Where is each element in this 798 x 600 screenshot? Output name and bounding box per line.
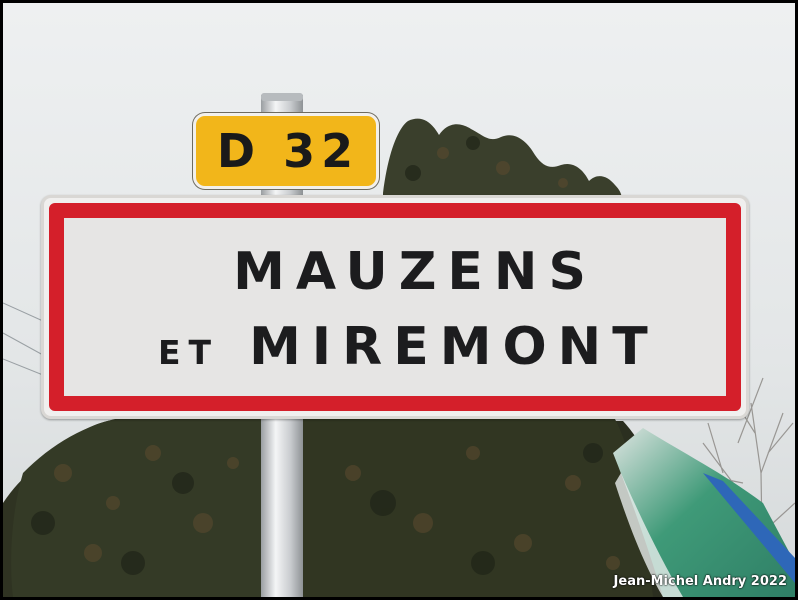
route-number: D 32: [216, 124, 360, 178]
town-name-second: MIREMONT: [249, 317, 659, 377]
town-name-line2: ET MIREMONT: [158, 321, 659, 373]
town-entry-sign: MAUZENS ET MIREMONT: [41, 195, 749, 419]
photograph: D 32 MAUZENS ET MIREMONT Jean-Michel Andr…: [3, 3, 795, 597]
town-sign-red-border: MAUZENS ET MIREMONT: [49, 203, 741, 411]
pole-cap: [261, 93, 303, 101]
route-number-plate: D 32: [193, 113, 379, 189]
town-name-line1: MAUZENS: [233, 242, 597, 302]
photo-credit: Jean-Michel Andry 2022: [613, 574, 787, 589]
photo-frame: D 32 MAUZENS ET MIREMONT Jean-Michel Andr…: [0, 0, 798, 600]
town-name-connector: ET: [158, 333, 220, 372]
